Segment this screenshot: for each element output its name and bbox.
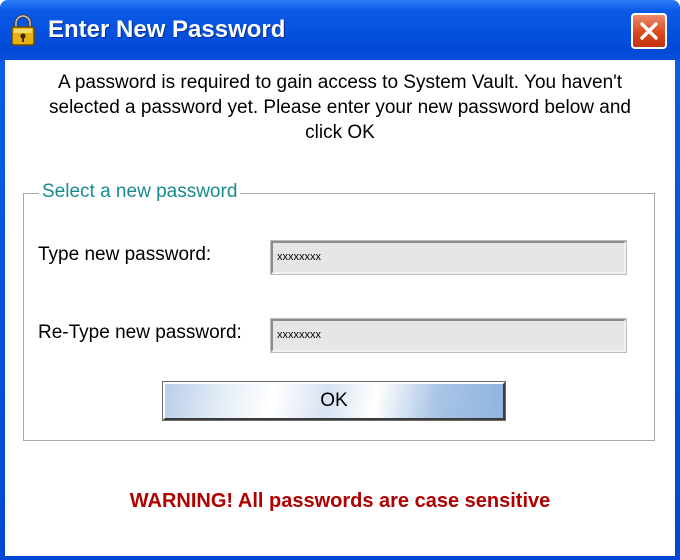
retype-password-label: Re-Type new password: [38,322,242,343]
title-bar[interactable]: Enter New Password [0,0,680,60]
new-password-label: Type new password: [38,244,212,265]
new-password-field[interactable]: xxxxxxxx [270,240,627,275]
close-icon [640,22,658,40]
password-group: Type new password: xxxxxxxx Re-Type new … [23,193,655,441]
intro-line: A password is required to gain access to… [57,72,623,93]
warning-text: WARNING! All passwords are case sensitiv… [129,490,551,512]
intro-line: click OK [305,122,375,143]
group-legend: Select a new password [39,181,241,203]
retype-password-field[interactable]: xxxxxxxx [270,318,627,353]
dialog-body: A password is required to gain access to… [5,60,675,556]
close-button[interactable] [631,13,667,49]
intro-text: A password is required to gain access to… [5,70,675,145]
intro-line: selected a password yet. Please enter yo… [49,97,631,118]
ok-button[interactable]: OK [162,381,506,421]
lock-icon [10,14,36,46]
dialog-window: Enter New Password A password is require… [0,0,680,560]
window-title: Enter New Password [48,16,286,43]
